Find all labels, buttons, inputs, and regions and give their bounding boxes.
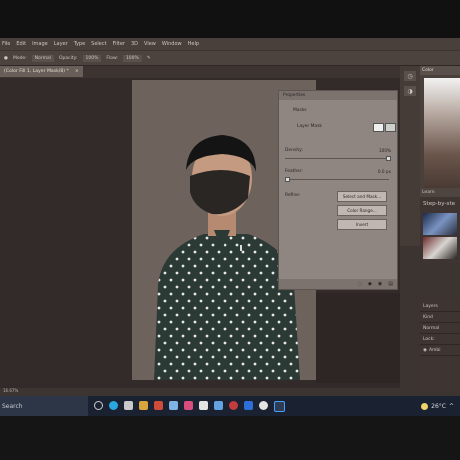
density-knob[interactable] (386, 156, 391, 161)
menu-bar: File Edit Image Layer Type Select Filter… (0, 38, 460, 50)
feather-label: Feather: (285, 169, 304, 174)
feather-value[interactable]: 0.0 px (378, 169, 391, 174)
select-and-mask-button[interactable]: Select and Mask... (337, 191, 387, 202)
task-view-icon[interactable] (124, 400, 133, 410)
apply-mask-icon[interactable]: ◆ (368, 281, 372, 287)
opacity-field[interactable]: 100% (82, 54, 102, 62)
learn-panel: Learn Step-by-ste (420, 188, 460, 263)
mode-label: Mode: (12, 55, 27, 61)
tutorial-thumbnail[interactable] (423, 237, 457, 259)
layers-tab[interactable]: Layers (420, 301, 460, 312)
color-tab[interactable]: Color (420, 66, 460, 75)
refine-label: Refine: (285, 193, 301, 198)
layer-filter[interactable]: Kind (420, 312, 460, 323)
trash-icon[interactable]: ▤ (388, 281, 393, 287)
app2-icon[interactable] (244, 400, 253, 410)
panel-icon-column: ◷ ◑ (400, 66, 420, 246)
brush-tool-icon[interactable]: ● (4, 56, 8, 61)
monitor-screen: File Edit Image Layer Type Select Filter… (0, 38, 460, 410)
document-tab[interactable]: (Color Fill 1, Layer Mask/8) * × (0, 66, 83, 77)
office-icon[interactable] (154, 400, 163, 410)
taskbar: Search 26°C ^ (0, 396, 460, 416)
document-title: (Color Fill 1, Layer Mask/8) * (4, 69, 69, 74)
history-icon[interactable]: ◷ (404, 71, 416, 81)
density-label: Density: (285, 148, 303, 153)
opera-icon[interactable] (229, 400, 238, 410)
edge-icon[interactable] (109, 400, 118, 410)
learn-tab[interactable]: Learn (420, 188, 460, 197)
photoshop-icon[interactable] (274, 400, 285, 412)
vector-mask-icon[interactable] (385, 123, 396, 132)
chrome-icon[interactable] (259, 400, 268, 410)
monitor-bezel (0, 416, 460, 460)
canvas-background-strip (316, 293, 400, 383)
menu-file[interactable]: File (2, 41, 10, 47)
cortana-icon[interactable] (94, 400, 103, 410)
layer-mask-label: Layer Mask (297, 124, 322, 129)
pixel-mask-icon[interactable] (373, 123, 384, 132)
flow-label: Flow: (106, 55, 118, 61)
weather-icon[interactable] (421, 402, 429, 410)
temperature[interactable]: 26°C (431, 403, 446, 410)
zoom-level[interactable]: 16.67% (3, 388, 18, 393)
color-range-button[interactable]: Color Range... (337, 205, 387, 216)
system-tray: 26°C ^ (421, 402, 460, 410)
menu-edit[interactable]: Edit (16, 41, 26, 47)
properties-header: Properties (279, 91, 397, 100)
learn-heading: Step-by-ste (423, 201, 456, 207)
load-selection-icon[interactable]: ◌ (358, 281, 362, 287)
store-icon[interactable] (199, 400, 208, 410)
blend-mode-select[interactable]: Normal (420, 323, 460, 334)
menu-view[interactable]: View (144, 41, 156, 47)
menu-layer[interactable]: Layer (54, 41, 68, 47)
menu-select[interactable]: Select (91, 41, 106, 47)
layers-panel: Layers Kind Normal Lock: ◉ Ambi (420, 301, 460, 391)
menu-filter[interactable]: Filter (113, 41, 125, 47)
app-icon[interactable] (214, 400, 223, 410)
visibility-icon[interactable]: ◉ (378, 281, 382, 287)
mode-select[interactable]: Normal (31, 54, 55, 62)
masks-section-label: Masks (293, 108, 307, 113)
feather-slider[interactable] (285, 177, 389, 182)
feather-knob[interactable] (285, 177, 290, 182)
menu-image[interactable]: Image (32, 41, 48, 47)
lock-label: Lock: (420, 334, 460, 345)
tutorial-thumbnail[interactable] (423, 213, 457, 235)
flow-field[interactable]: 100% (122, 54, 142, 62)
menu-type[interactable]: Type (74, 41, 85, 47)
photos-icon[interactable] (184, 400, 193, 410)
menu-help[interactable]: Help (188, 41, 199, 47)
mail-icon[interactable] (169, 400, 178, 410)
options-bar: ● Mode: Normal Opacity: 100% Flow: 100% … (0, 51, 460, 66)
eye-icon[interactable]: ◉ (423, 348, 427, 353)
properties-footer: ◌ ◆ ◉ ▤ (279, 279, 397, 289)
folder-icon[interactable] (139, 400, 148, 410)
airbrush-icon[interactable]: ✎ (147, 56, 151, 61)
taskbar-apps (94, 400, 285, 412)
menu-window[interactable]: Window (162, 41, 182, 47)
tray-chevron-icon[interactable]: ^ (449, 403, 454, 410)
layer-row[interactable]: ◉ Ambi (420, 345, 460, 356)
adjustments-icon[interactable]: ◑ (404, 86, 416, 96)
layer-name: Ambi (428, 347, 441, 353)
close-icon[interactable]: × (75, 69, 79, 74)
invert-button[interactable]: Invert (337, 219, 387, 230)
density-slider[interactable] (285, 156, 391, 161)
density-value[interactable]: 100% (379, 148, 391, 153)
opacity-label: Opacity: (59, 55, 78, 61)
properties-panel: Properties Masks Layer Mask Density: 100… (278, 90, 398, 290)
menu-3d[interactable]: 3D (131, 41, 138, 47)
search-box[interactable]: Search (0, 396, 88, 416)
properties-title: Properties (283, 93, 306, 98)
